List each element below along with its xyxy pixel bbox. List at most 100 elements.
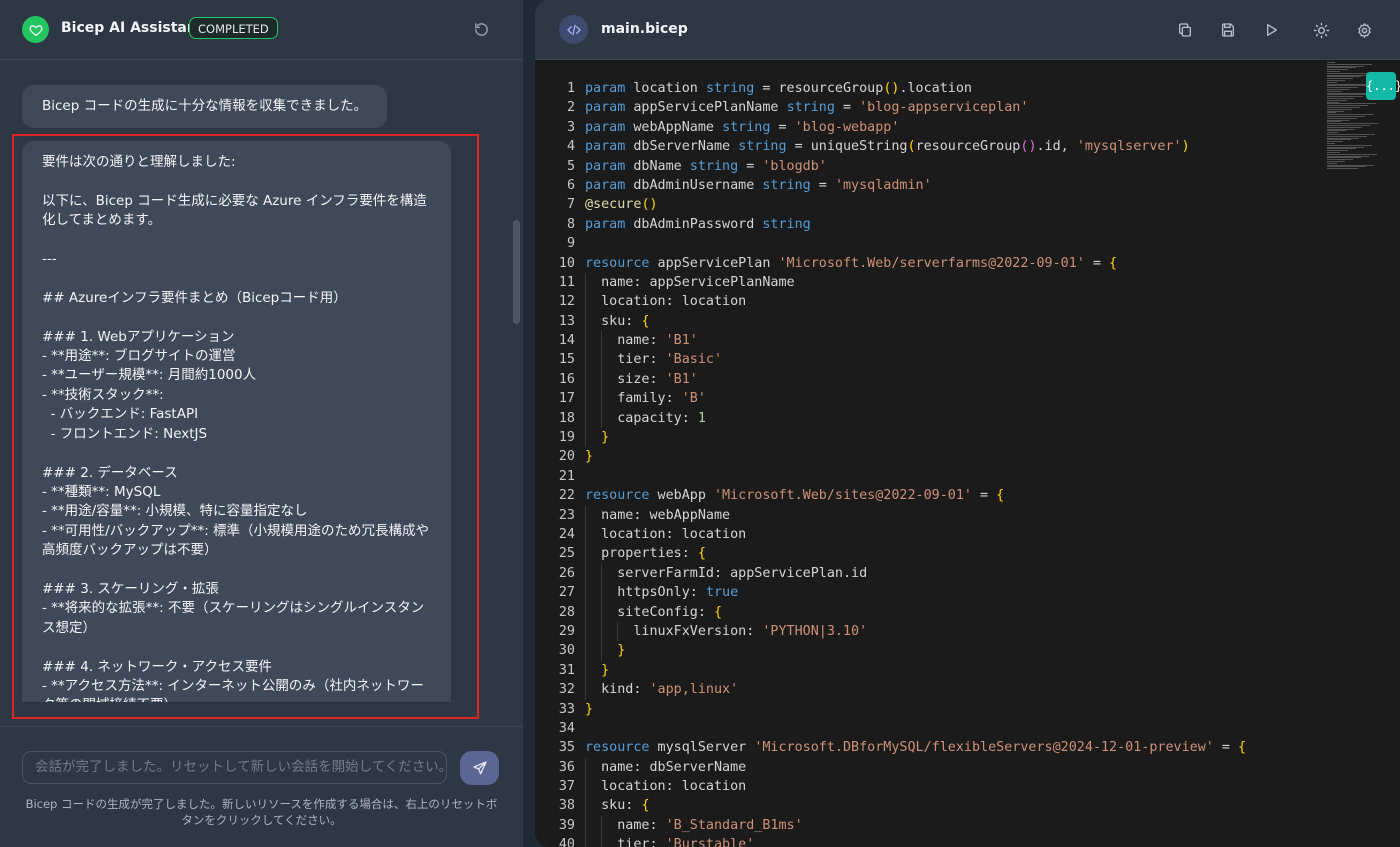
code-text: kind: 'app,linux' xyxy=(585,682,739,698)
assistant-message: Bicep コードの生成に十分な情報を収集できました。 xyxy=(22,85,387,128)
code-line: 19 } xyxy=(535,428,1325,448)
code-text: httpsOnly: true xyxy=(585,585,739,601)
code-text: } xyxy=(585,449,594,465)
message-line: - **用途**: ブログサイトの運営 xyxy=(42,348,236,365)
message-line: - フロントエンド: NextJS xyxy=(42,425,208,442)
line-number: 5 xyxy=(566,158,575,174)
settings-button[interactable] xyxy=(1354,20,1374,40)
send-icon xyxy=(472,761,487,775)
line-number: 27 xyxy=(558,585,575,601)
code-text: name: 'B_Standard_B1ms' xyxy=(585,817,803,833)
code-line: 34 xyxy=(535,719,1325,738)
message-line: - **将来的な拡張**: 不要（スケーリングはシングルインスタン xyxy=(42,600,425,617)
code-line: 7 @secure() xyxy=(535,195,1325,214)
save-icon xyxy=(1221,23,1234,37)
code-line: 13 sku: { xyxy=(535,311,1325,332)
input-footnote: Bicep コードの生成が完了しました。新しいリソースを作成する場合は、右上のリ… xyxy=(25,797,498,827)
code-text: name: dbServerName xyxy=(585,759,747,775)
format-button[interactable]: {...} xyxy=(1366,72,1400,100)
code-line: 16 size: 'B1' xyxy=(535,369,1325,390)
line-number: 7 xyxy=(566,197,575,213)
code-text: size: 'B1' xyxy=(585,371,698,387)
editor-header: main.bicep xyxy=(535,0,1400,60)
gear-icon xyxy=(1357,22,1371,38)
message-line: 以下に、Bicep コード生成に必要な Azure インフラ要件を構造 xyxy=(42,192,427,209)
code-text: param dbAdminPassword string xyxy=(585,216,811,232)
code-line: 4 param dbServerName string = uniqueStrin… xyxy=(535,137,1325,156)
code-line: 30 } xyxy=(535,641,1325,661)
code-line: 29 linuxFxVersion: 'PYTHON|3.10' xyxy=(535,621,1325,642)
save-button[interactable] xyxy=(1218,20,1238,40)
message-line: 要件は次の通りと理解しました: xyxy=(42,154,236,170)
line-number: 26 xyxy=(558,565,575,581)
code-line: 28 siteConfig: { xyxy=(535,602,1325,622)
send-button[interactable] xyxy=(460,751,499,785)
line-number: 32 xyxy=(558,682,575,698)
message-line: ス想定） xyxy=(42,619,96,636)
code-line: 24 location: location xyxy=(535,524,1325,545)
code-line: 8 param dbAdminPassword string xyxy=(535,215,1325,234)
code-text: } xyxy=(585,701,594,717)
code-line: 33} xyxy=(535,700,1325,719)
message-line: - **技術スタック**: xyxy=(42,386,164,403)
code-text: @secure() xyxy=(585,197,658,213)
message-line: ### 3. スケーリング・拡張 xyxy=(42,580,219,597)
code-text: capacity: 1 xyxy=(585,410,706,426)
code-text: location: location xyxy=(585,526,747,542)
line-number: 16 xyxy=(558,371,575,387)
line-number: 3 xyxy=(566,119,575,135)
code-line: 20} xyxy=(535,447,1325,466)
code-line: 38 sku: { xyxy=(535,796,1325,816)
code-text: param dbServerName string = uniqueString… xyxy=(585,139,1190,155)
code-line: 12 location: location xyxy=(535,292,1325,312)
copy-button[interactable] xyxy=(1175,20,1195,40)
heart-logo-icon xyxy=(22,16,49,43)
reset-button[interactable] xyxy=(470,18,492,40)
message-line xyxy=(42,444,431,463)
code-line: 22 resource webApp 'Microsoft.Web/sites@2… xyxy=(535,486,1325,505)
code-line: 27 httpsOnly: true xyxy=(535,583,1325,603)
code-text: param appServicePlanName string = 'blog-… xyxy=(585,100,1029,116)
code-line: 15 tier: 'Basic' xyxy=(535,350,1325,370)
line-number: 6 xyxy=(566,177,575,193)
theme-toggle[interactable] xyxy=(1311,20,1331,40)
run-button[interactable] xyxy=(1261,20,1281,40)
code-text: tier: 'Burstable' xyxy=(585,837,755,847)
code-text: serverFarmId: appServicePlan.id xyxy=(585,565,868,581)
code-line: 37 location: location xyxy=(535,777,1325,797)
minimap-line xyxy=(1327,168,1358,170)
code-editor[interactable]: 1 param location string = resourceGroup()… xyxy=(535,79,1325,847)
message-line: - **ユーザー規模**: 月間約1000人 xyxy=(42,367,257,384)
code-text: name: 'B1' xyxy=(585,333,698,349)
line-number: 31 xyxy=(558,662,575,678)
code-text: resource webApp 'Microsoft.Web/sites@202… xyxy=(585,488,1005,504)
line-number: 18 xyxy=(558,410,575,426)
line-number: 23 xyxy=(558,507,575,523)
message-line: ### 2. データベース xyxy=(42,464,178,481)
line-number: 17 xyxy=(558,391,575,407)
code-line: 26 serverFarmId: appServicePlan.id xyxy=(535,563,1325,584)
line-number: 24 xyxy=(558,526,575,542)
code-text: linuxFxVersion: 'PYTHON|3.10' xyxy=(585,623,868,639)
code-text: family: 'B' xyxy=(585,391,706,407)
line-number: 1 xyxy=(566,81,575,96)
code-text: location: location xyxy=(585,779,747,795)
chat-messages[interactable]: Bicep コードの生成に十分な情報を収集できました。 要件は次の通りと理解しま… xyxy=(0,60,523,726)
chat-scrollbar[interactable] xyxy=(513,220,520,324)
message-input[interactable]: 会話が完了しました。リセットして新しい会話を開始してください。 xyxy=(22,751,447,784)
message-line: 化してまとめます。 xyxy=(42,212,162,229)
code-line: 5 param dbName string = 'blogdb' xyxy=(535,157,1325,176)
message-line: ク等の閉域接続不要） xyxy=(42,696,431,702)
code-line: 1 param location string = resourceGroup()… xyxy=(535,79,1325,98)
code-file-icon xyxy=(559,15,588,44)
line-number: 2 xyxy=(566,100,575,116)
line-number: 34 xyxy=(558,720,575,736)
input-area: 会話が完了しました。リセットして新しい会話を開始してください。 Bicep コー… xyxy=(0,726,523,847)
code-line: 6 param dbAdminUsername string = 'mysqlad… xyxy=(535,176,1325,195)
play-icon xyxy=(1267,24,1277,36)
code-line: 31 } xyxy=(535,660,1325,681)
code-text: param dbName string = 'blogdb' xyxy=(585,158,827,174)
line-number: 9 xyxy=(566,236,575,252)
line-number: 30 xyxy=(558,643,575,659)
code-line: 10 resource appServicePlan 'Microsoft.Web… xyxy=(535,254,1325,273)
